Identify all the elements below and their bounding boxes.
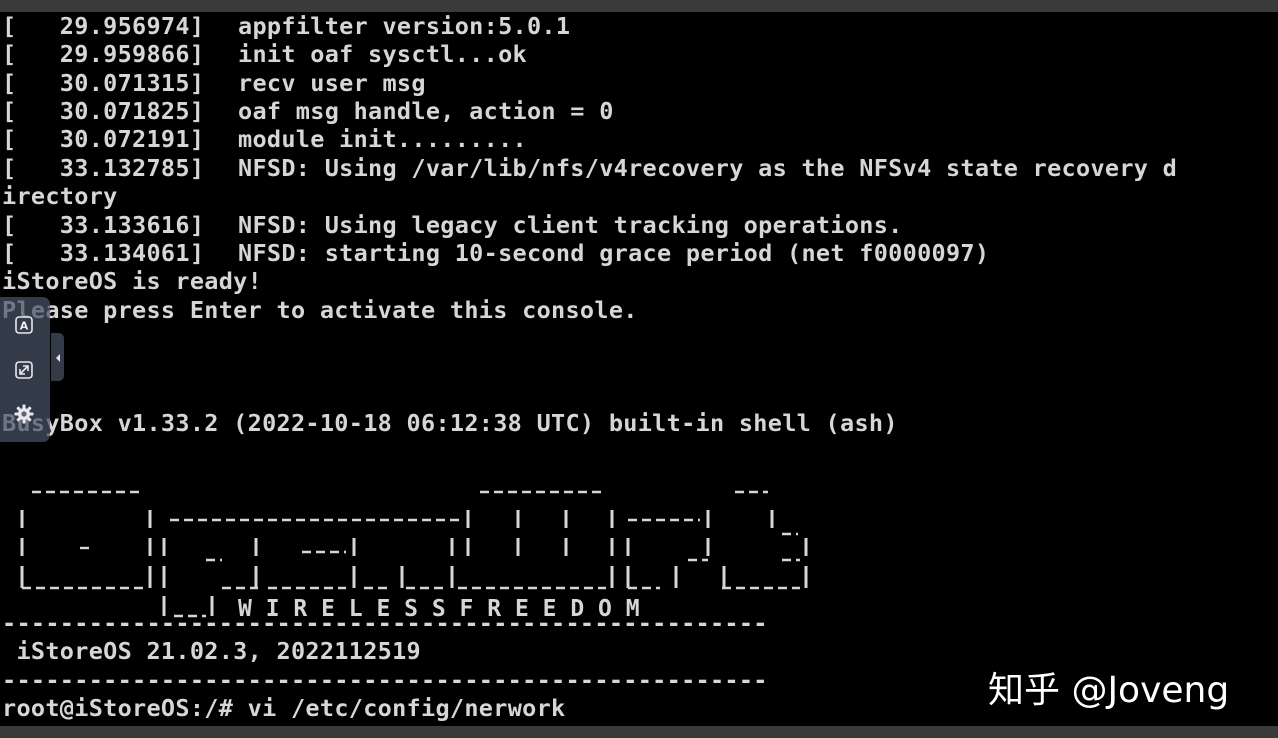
fullscreen-button[interactable] xyxy=(8,354,40,386)
shell-prompt-line[interactable]: root@iStoreOS:/# vi /etc/config/nerwork xyxy=(2,694,566,722)
gear-icon xyxy=(13,403,35,425)
svg-text:A: A xyxy=(20,320,29,333)
log-line: [ 30.071315] recv user msg xyxy=(2,69,426,97)
window-bottom-bar xyxy=(0,726,1278,738)
log-line: [ 29.959866] init oaf sysctl...ok xyxy=(2,40,527,68)
log-line: [ 29.956974] appfilter version:5.0.1 xyxy=(2,12,571,40)
chevron-left-icon xyxy=(54,348,62,367)
log-line-wrap: irectory xyxy=(2,182,118,210)
log-line: [ 33.134061] NFSD: starting 10-second gra… xyxy=(2,239,990,267)
settings-button[interactable] xyxy=(8,398,40,430)
divider-line: ----------------------------------------… xyxy=(2,609,768,637)
console-terminal[interactable]: [ 29.956974] appfilter version:5.0.1 [ 29… xyxy=(0,12,1278,726)
log-line: [ 33.133616] NFSD: Using legacy client tr… xyxy=(2,211,903,239)
divider-line: ----------------------------------------… xyxy=(2,666,768,694)
keyboard-button[interactable]: A xyxy=(8,309,40,341)
zhihu-watermark: 知乎 @Joveng xyxy=(988,670,1230,711)
busybox-banner-line: BusyBox v1.33.2 (2022-10-18 06:12:38 UTC… xyxy=(2,409,898,437)
keyboard-a-icon: A xyxy=(14,315,34,335)
ready-message: iStoreOS is ready! xyxy=(2,267,263,295)
command-text[interactable]: vi /etc/config/nerwork xyxy=(248,694,566,722)
log-line: [ 30.071825] oaf msg handle, action = 0 xyxy=(2,97,614,125)
shell-prompt: root@iStoreOS:/# xyxy=(2,694,248,722)
fullscreen-icon xyxy=(14,360,34,380)
press-enter-message: Please press Enter to activate this cons… xyxy=(2,296,638,324)
floating-toolbar: A xyxy=(0,297,50,442)
version-line: iStoreOS 21.02.3, 2022112519 xyxy=(2,637,421,665)
toolbar-collapse-handle[interactable] xyxy=(51,333,64,381)
log-line: [ 33.132785] NFSD: Using /var/lib/nfs/v4r… xyxy=(2,154,1178,182)
openwrt-ascii-logo: W I R E L E S S F R E E D O M xyxy=(0,478,880,628)
log-line: [ 30.072191] module init......... xyxy=(2,125,527,153)
window-top-bar xyxy=(0,0,1278,12)
